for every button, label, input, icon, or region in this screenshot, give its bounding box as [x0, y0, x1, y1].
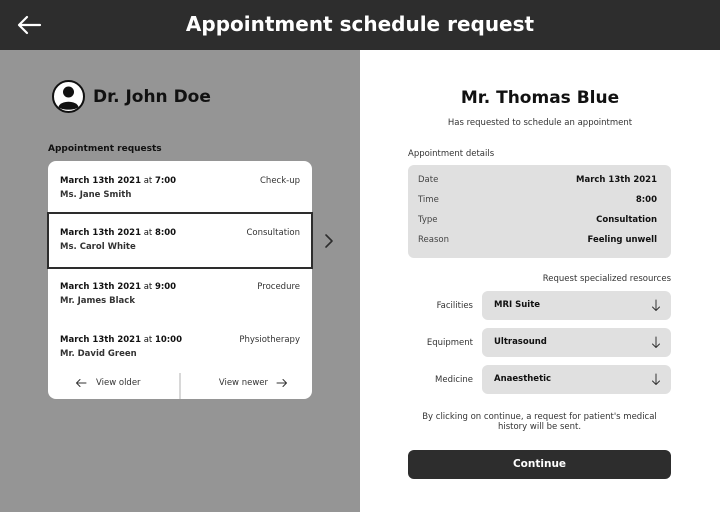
medicine-label: Medicine	[435, 375, 473, 385]
appointment-patient: Mr. David Green	[60, 349, 137, 359]
detail-key: Reason	[418, 235, 449, 245]
appointment-type: Procedure	[257, 282, 300, 292]
patient-name: Mr. Thomas Blue	[460, 88, 620, 108]
doctor-header: Dr. John Doe	[52, 80, 211, 113]
equipment-value: Ultrasound	[494, 337, 547, 347]
doctor-name: Dr. John Doe	[93, 86, 211, 107]
medicine-value: Anaesthetic	[494, 374, 552, 384]
appointment-patient: Mr. James Black	[60, 296, 135, 306]
arrow-right-icon	[276, 379, 287, 387]
detail-row: Time 8:00	[418, 195, 657, 207]
appointment-details-label: Appointment details	[408, 149, 495, 159]
detail-key: Type	[418, 215, 438, 225]
appointment-datetime: March 13th 2021 at 9:00	[60, 282, 177, 292]
appointment-type: Physiotherapy	[239, 335, 300, 345]
appointment-item[interactable]: March 13th 2021 at 10:00 Mr. David Green…	[48, 320, 312, 373]
user-avatar-icon	[52, 80, 85, 113]
top-bar: Appointment schedule request	[0, 0, 720, 50]
chevron-right-icon[interactable]	[323, 233, 335, 249]
pagination: View older View newer	[48, 373, 312, 399]
continue-button[interactable]: Continue	[408, 450, 671, 479]
arrow-down-icon	[652, 336, 660, 348]
appointment-type: Check-up	[260, 176, 300, 186]
facilities-label: Facilities	[436, 301, 473, 311]
appointment-item[interactable]: March 13th 2021 at 7:00 Ms. Jane Smith C…	[48, 161, 312, 214]
pager-divider	[179, 373, 181, 399]
appointment-patient: Ms. Carol White	[60, 242, 136, 252]
appointment-datetime: March 13th 2021 at 8:00	[60, 228, 177, 238]
view-newer-button[interactable]: View newer	[219, 378, 288, 388]
detail-row: Reason Feeling unwell	[418, 235, 657, 247]
appointment-item[interactable]: March 13th 2021 at 9:00 Mr. James Black …	[48, 267, 312, 320]
detail-key: Time	[418, 195, 439, 205]
view-newer-label: View newer	[218, 378, 268, 388]
appointment-datetime: March 13th 2021 at 10:00	[60, 335, 183, 345]
history-notice: By clicking on continue, a request for p…	[422, 412, 657, 432]
equipment-label: Equipment	[426, 338, 473, 348]
view-older-button[interactable]: View older	[75, 378, 141, 388]
view-older-label: View older	[96, 378, 141, 388]
appointment-type: Consultation	[246, 228, 300, 238]
arrow-down-icon	[652, 373, 660, 385]
detail-value: March 13th 2021	[576, 175, 657, 185]
detail-key: Date	[418, 175, 439, 185]
appointment-details: Date March 13th 2021 Time 8:00 Type Cons…	[408, 165, 671, 258]
equipment-select[interactable]: Ultrasound	[482, 328, 671, 357]
facilities-value: MRI Suite	[494, 300, 541, 310]
detail-value: Consultation	[596, 215, 657, 225]
detail-row: Date March 13th 2021	[418, 175, 657, 187]
medicine-select[interactable]: Anaesthetic	[482, 365, 671, 394]
arrow-left-icon	[76, 379, 87, 387]
page-title: Appointment schedule request	[185, 12, 535, 36]
appointment-requests-label: Appointment requests	[48, 144, 162, 154]
arrow-down-icon	[652, 299, 660, 311]
patient-subtitle: Has requested to schedule an appointment	[447, 118, 633, 128]
detail-row: Type Consultation	[418, 215, 657, 227]
detail-value: 8:00	[635, 195, 657, 205]
detail-value: Feeling unwell	[587, 235, 657, 245]
appointment-patient: Ms. Jane Smith	[60, 190, 132, 200]
appointment-list: March 13th 2021 at 7:00 Ms. Jane Smith C…	[47, 161, 313, 399]
facilities-select[interactable]: MRI Suite	[482, 291, 671, 320]
resources-title: Request specialized resources	[542, 274, 671, 284]
appointment-datetime: March 13th 2021 at 7:00	[60, 176, 177, 186]
appointment-item-selected[interactable]: March 13th 2021 at 8:00 Ms. Carol White …	[47, 212, 313, 269]
